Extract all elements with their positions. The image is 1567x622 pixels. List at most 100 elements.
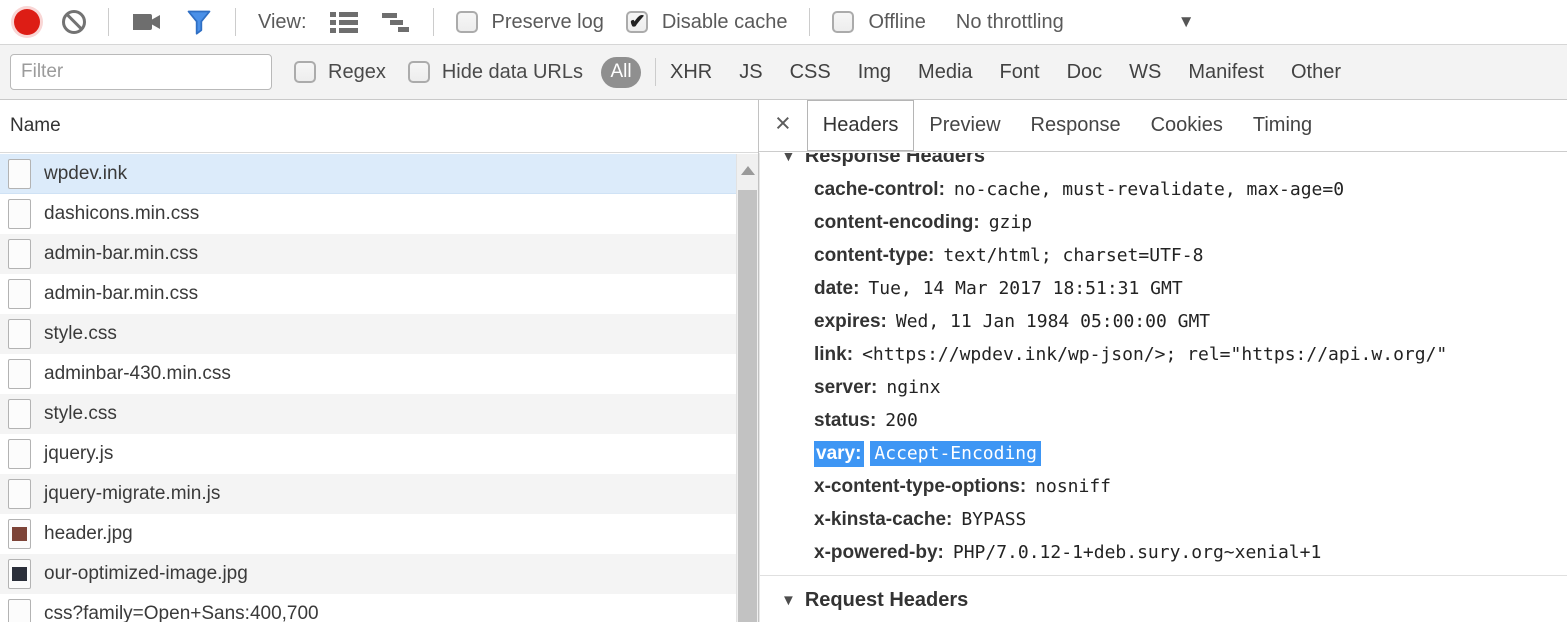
request-row[interactable]: admin-bar.min.css [0, 234, 736, 274]
request-name: jquery-migrate.min.js [44, 483, 220, 505]
resource-type-filter[interactable]: Font [1000, 61, 1040, 84]
request-name: style.css [44, 323, 117, 345]
header-key: date: [814, 278, 859, 300]
request-headers-section[interactable]: ▼ Request Headers [781, 584, 1567, 617]
request-list: wpdev.ink dashicons.min.css admin-bar.mi… [0, 154, 736, 622]
resource-type-filter-active[interactable]: All [601, 57, 641, 88]
throttling-select[interactable]: No throttling [956, 11, 1064, 34]
header-value: nginx [886, 377, 940, 398]
request-list-scrollbar[interactable] [736, 154, 758, 622]
offline-label: Offline [868, 11, 925, 34]
header-key: expires: [814, 311, 887, 333]
tab-timing[interactable]: Timing [1238, 100, 1327, 151]
resource-type-filter[interactable]: Doc [1067, 61, 1103, 84]
hide-data-urls-checkbox[interactable] [408, 61, 430, 83]
preserve-log-checkbox[interactable] [456, 11, 478, 33]
document-file-icon [8, 239, 31, 269]
network-main: Name wpdev.ink dashicons.min.css admin-b… [0, 100, 1567, 622]
chevron-down-icon[interactable]: ▼ [1178, 12, 1195, 32]
request-row[interactable]: style.css [0, 314, 736, 354]
request-name: css?family=Open+Sans:400,700 [44, 603, 319, 622]
resource-type-filter[interactable]: XHR [670, 61, 712, 84]
request-row[interactable]: adminbar-430.min.css [0, 354, 736, 394]
request-name: admin-bar.min.css [44, 243, 198, 265]
request-row[interactable]: wpdev.ink [0, 154, 736, 194]
request-row[interactable]: jquery-migrate.min.js [0, 474, 736, 514]
resource-type-filter[interactable]: Other [1291, 61, 1341, 84]
requests-panel: Name wpdev.ink dashicons.min.css admin-b… [0, 100, 759, 622]
header-line[interactable]: content-encoding: gzip [781, 206, 1567, 239]
document-file-icon [8, 279, 31, 309]
resource-type-filter[interactable]: Manifest [1188, 61, 1264, 84]
clear-icon[interactable] [62, 10, 86, 34]
resource-type-filter[interactable]: WS [1129, 61, 1161, 84]
tab-cookies[interactable]: Cookies [1136, 100, 1238, 151]
document-file-icon [8, 399, 31, 429]
header-line[interactable]: content-type: text/html; charset=UTF-8 [781, 239, 1567, 272]
header-line[interactable]: server: nginx [781, 371, 1567, 404]
waterfall-icon[interactable] [381, 10, 411, 34]
request-name: wpdev.ink [44, 163, 127, 185]
scroll-up-icon[interactable] [737, 154, 758, 188]
header-key: x-powered-by: [814, 542, 944, 564]
scrollbar-thumb[interactable] [738, 190, 757, 622]
offline-checkbox[interactable] [832, 11, 854, 33]
document-file-icon [8, 199, 31, 229]
disable-cache-option: Disable cache [626, 11, 788, 34]
headers-detail: ▼ Response Headers cache-control: no-cac… [759, 153, 1567, 622]
header-value: no-cache, must-revalidate, max-age=0 [954, 179, 1344, 200]
request-name: adminbar-430.min.css [44, 363, 231, 385]
tab-preview[interactable]: Preview [914, 100, 1015, 151]
header-key: cache-control: [814, 179, 945, 201]
header-line[interactable]: link: <https://wpdev.ink/wp-json/>; rel=… [781, 338, 1567, 371]
header-line[interactable]: x-kinsta-cache: BYPASS [781, 503, 1567, 536]
request-name: our-optimized-image.jpg [44, 563, 248, 585]
header-line[interactable]: cache-control: no-cache, must-revalidate… [781, 173, 1567, 206]
header-key: x-content-type-options: [814, 476, 1026, 498]
request-name: admin-bar.min.css [44, 283, 198, 305]
header-line[interactable]: x-powered-by: PHP/7.0.12-1+deb.sury.org~… [781, 536, 1567, 569]
toolbar-divider [809, 8, 810, 36]
name-column-header[interactable]: Name [0, 100, 758, 153]
request-row[interactable]: admin-bar.min.css [0, 274, 736, 314]
close-icon[interactable]: × [759, 110, 807, 141]
request-row[interactable]: style.css [0, 394, 736, 434]
filter-icon[interactable] [185, 8, 213, 36]
document-file-icon [8, 479, 31, 509]
large-rows-icon[interactable] [329, 10, 359, 34]
header-key: content-type: [814, 245, 934, 267]
header-line[interactable]: x-content-type-options: nosniff [781, 470, 1567, 503]
resource-type-filter[interactable]: Media [918, 61, 972, 84]
resource-type-filter[interactable]: Img [858, 61, 891, 84]
detail-tabs: HeadersPreviewResponseCookiesTiming [807, 100, 1327, 151]
request-row[interactable]: our-optimized-image.jpg [0, 554, 736, 594]
tab-headers[interactable]: Headers [807, 100, 915, 151]
header-line[interactable]: expires: Wed, 11 Jan 1984 05:00:00 GMT [781, 305, 1567, 338]
filter-divider [655, 58, 656, 86]
header-line[interactable]: vary: Accept-Encoding [781, 437, 1567, 470]
header-value: Tue, 14 Mar 2017 18:51:31 GMT [868, 278, 1182, 299]
toolbar-divider [235, 8, 236, 36]
regex-checkbox[interactable] [294, 61, 316, 83]
response-headers-list: cache-control: no-cache, must-revalidate… [781, 173, 1567, 569]
detail-tabbar: × HeadersPreviewResponseCookiesTiming [759, 100, 1567, 152]
camera-icon[interactable] [131, 10, 163, 34]
resource-type-filter[interactable]: JS [739, 61, 762, 84]
disable-cache-checkbox[interactable] [626, 11, 648, 33]
preserve-log-option: Preserve log [456, 11, 604, 34]
filter-input[interactable] [10, 54, 272, 90]
request-row[interactable]: jquery.js [0, 434, 736, 474]
preserve-log-label: Preserve log [492, 11, 604, 34]
request-row[interactable]: header.jpg [0, 514, 736, 554]
header-line[interactable]: status: 200 [781, 404, 1567, 437]
response-headers-section[interactable]: ▼ Response Headers [781, 153, 1567, 173]
triangle-down-icon: ▼ [781, 153, 796, 165]
header-line[interactable]: date: Tue, 14 Mar 2017 18:51:31 GMT [781, 272, 1567, 305]
request-row[interactable]: css?family=Open+Sans:400,700 [0, 594, 736, 622]
document-file-icon [8, 359, 31, 389]
toolbar-divider [433, 8, 434, 36]
record-icon[interactable] [14, 9, 40, 35]
resource-type-filter[interactable]: CSS [790, 61, 831, 84]
tab-response[interactable]: Response [1016, 100, 1136, 151]
request-row[interactable]: dashicons.min.css [0, 194, 736, 234]
